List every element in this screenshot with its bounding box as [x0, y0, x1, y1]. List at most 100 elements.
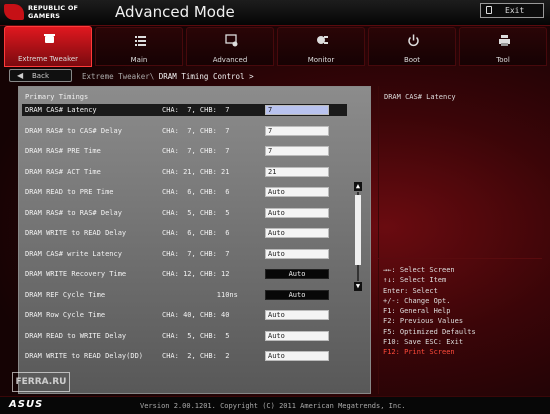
rog-logo: REPUBLIC OF GAMERS	[4, 2, 100, 23]
exit-label: Exit	[505, 6, 525, 15]
setting-value-field[interactable]: Auto	[265, 351, 329, 361]
tab-tool[interactable]: Tool	[459, 27, 547, 66]
setting-row[interactable]: DRAM RAS# to RAS# Delay CHA: 5, CHB: 5 Aut…	[22, 207, 347, 219]
setting-row[interactable]: DRAM CAS# write Latency CHA: 7, CHB: 7 Aut…	[22, 248, 347, 260]
setting-label: DRAM REF Cycle Time	[25, 290, 106, 299]
key-hint: →←: Select Screen	[383, 266, 455, 274]
channel-values: CHA: 2, CHB: 2	[162, 352, 230, 360]
setting-label: DRAM CAS# Latency	[25, 106, 97, 114]
channel-values: CHA: 6, CHB: 6	[162, 229, 230, 237]
channel-values: CHA: 7, CHB: 7	[162, 147, 230, 155]
exit-button[interactable]: Exit	[480, 3, 544, 18]
version-text: Version 2.00.1201. Copyright (C) 2011 Am…	[140, 402, 406, 410]
channel-values: CHA: 12, CHB: 12	[162, 270, 230, 278]
setting-value-field[interactable]: Auto	[265, 228, 329, 238]
tab-label: Monitor	[307, 56, 335, 64]
scrollbar-thumb[interactable]	[355, 195, 361, 265]
setting-label: DRAM RAS# to RAS# Delay	[25, 208, 122, 217]
key-hint: F12: Print Screen	[383, 348, 455, 357]
key-hint: F5: Optimized Defaults	[383, 327, 476, 336]
key-hint: Enter: Select	[383, 286, 438, 295]
key-legend: →←: Select Screen ↑↓: Select Item Enter: S…	[383, 265, 476, 358]
scroll-down-icon[interactable]: ▼	[354, 282, 362, 291]
setting-value-field[interactable]: Auto	[265, 289, 329, 300]
key-hint: F2: Previous Values	[383, 317, 464, 326]
channel-values: CHA: 7, CHB: 7	[162, 249, 230, 258]
brand-line1: REPUBLIC OF	[28, 4, 79, 12]
setting-label: DRAM READ to PRE Time	[25, 188, 114, 196]
channel-values: CHA: 40, CHB: 40	[162, 311, 230, 319]
setting-label: DRAM WRITE to READ Delay(DD)	[25, 352, 144, 360]
back-button[interactable]: ◀ Back	[9, 69, 72, 82]
setting-row[interactable]: DRAM Row Cycle Time CHA: 40, CHB: 40 Auto	[22, 309, 347, 321]
key-hint: ↑↓: Select Item	[383, 276, 447, 285]
footer: ASUS Version 2.00.1201. Copyright (C) 20…	[0, 396, 550, 414]
tab-label: Boot	[403, 56, 421, 64]
tab-monitor[interactable]: Monitor	[277, 27, 365, 66]
setting-value-field[interactable]: Auto	[265, 207, 329, 218]
divider	[378, 258, 542, 259]
setting-label: DRAM Row Cycle Time	[25, 311, 106, 319]
setting-label: DRAM RAS# to CAS# Delay	[25, 126, 122, 135]
tab-advanced[interactable]: Advanced	[186, 27, 274, 66]
setting-row[interactable]: DRAM READ to PRE Time CHA: 6, CHB: 6 Auto	[22, 186, 347, 198]
breadcrumb-parent[interactable]: Extreme Tweaker\	[82, 72, 154, 81]
setting-value-field[interactable]: 21	[265, 166, 329, 177]
setting-value-field[interactable]: Auto	[265, 330, 329, 341]
exit-icon	[486, 6, 492, 14]
back-label: Back	[32, 72, 49, 80]
tab-label: Tool	[496, 56, 510, 64]
channel-values: CHA: 5, CHB: 5	[162, 331, 230, 340]
setting-value-field[interactable]: 7	[265, 105, 329, 115]
printer-tool-icon	[499, 35, 510, 46]
channel-values: CHA: 7, CHB: 7	[162, 126, 230, 135]
setting-row[interactable]: DRAM WRITE Recovery Time CHA: 12, CHB: 12…	[22, 268, 347, 280]
brand-line2: GAMERS	[28, 12, 61, 20]
setting-row[interactable]: DRAM WRITE to READ Delay CHA: 6, CHB: 6 Au…	[22, 227, 347, 239]
setting-row[interactable]: DRAM REF Cycle Time 110ns Auto	[22, 289, 347, 301]
setting-value-field[interactable]: Auto	[265, 310, 329, 320]
tab-boot[interactable]: Boot	[368, 27, 456, 66]
tab-main[interactable]: Main	[95, 27, 183, 66]
setting-value-field[interactable]: 7	[265, 146, 329, 156]
breadcrumb-current: DRAM Timing Control >	[158, 72, 254, 81]
setting-row[interactable]: DRAM CAS# Latency CHA: 7, CHB: 7 7	[22, 104, 347, 116]
header-bar: REPUBLIC OF GAMERS Advanced Mode Exit	[0, 0, 550, 26]
setting-row[interactable]: DRAM READ to WRITE Delay CHA: 5, CHB: 5 Au…	[22, 330, 347, 342]
monitor-gauge-icon	[317, 36, 328, 44]
tab-label: Extreme Tweaker	[17, 55, 79, 63]
page-title: Advanced Mode	[115, 3, 235, 21]
scroll-up-icon[interactable]: ▲	[354, 182, 362, 191]
setting-label: DRAM CAS# write Latency	[25, 249, 122, 258]
channel-values: CHA: 7, CHB: 7	[162, 106, 230, 114]
setting-value-field[interactable]: Auto	[265, 248, 329, 259]
watermark: FERRA.RU	[12, 372, 70, 392]
tab-label: Main	[130, 56, 148, 64]
setting-value-field[interactable]: Auto	[265, 269, 329, 279]
setting-row[interactable]: DRAM RAS# PRE Time CHA: 7, CHB: 7 7	[22, 145, 347, 157]
rog-eye-icon	[4, 4, 24, 20]
key-hint: F1: General Help	[383, 307, 451, 316]
setting-label: DRAM READ to WRITE Delay	[25, 331, 127, 340]
section-title: Primary Timings	[25, 93, 89, 101]
breadcrumb: Extreme Tweaker\ DRAM Timing Control >	[82, 72, 254, 81]
setting-row[interactable]: DRAM WRITE to READ Delay(DD) CHA: 2, CHB:…	[22, 350, 347, 362]
channel-values: 110ns	[162, 290, 238, 299]
channel-values: CHA: 6, CHB: 6	[162, 188, 230, 196]
setting-row[interactable]: DRAM RAS# to CAS# Delay CHA: 7, CHB: 7 7	[22, 125, 347, 137]
key-hint: +/-: Change Opt.	[383, 296, 451, 305]
setting-row[interactable]: DRAM RAS# ACT Time CHA: 21, CHB: 21 21	[22, 166, 347, 178]
chip-icon	[44, 34, 55, 43]
channel-values: CHA: 21, CHB: 21	[162, 167, 230, 176]
setting-value-field[interactable]: 7	[265, 125, 329, 136]
key-hint: F10: Save ESC: Exit	[383, 338, 464, 347]
asus-logo: ASUS	[9, 399, 44, 410]
back-arrow-icon: ◀	[17, 71, 24, 80]
list-icon	[135, 36, 146, 46]
tab-label: Advanced	[212, 56, 248, 64]
setting-value-field[interactable]: Auto	[265, 187, 329, 197]
tab-extreme-tweaker[interactable]: Extreme Tweaker	[4, 26, 92, 67]
setting-label: DRAM RAS# PRE Time	[25, 147, 101, 155]
setting-label: DRAM WRITE Recovery Time	[25, 270, 127, 278]
advanced-icon	[225, 34, 238, 47]
